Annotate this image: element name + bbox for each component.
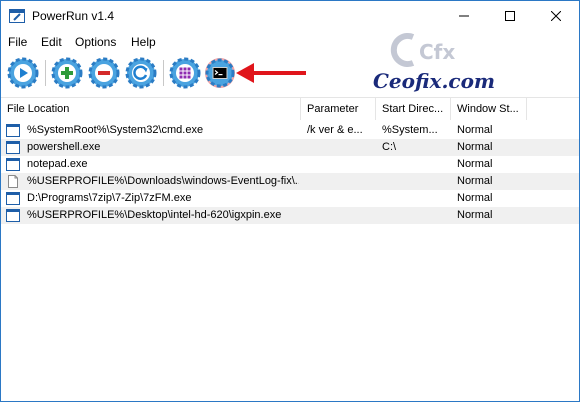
window-state-cell: Normal	[457, 124, 493, 136]
menu-edit[interactable]: Edit	[41, 35, 62, 49]
file-icon	[8, 175, 18, 188]
parameter-cell: /k ver & e...	[307, 124, 363, 136]
start-directory-cell: C:\	[382, 141, 397, 153]
window-state-cell: Normal	[457, 192, 493, 204]
table-row[interactable]: %SystemRoot%\System32\cmd.exe /k ver & e…	[1, 122, 579, 139]
refresh-button[interactable]	[125, 57, 157, 89]
maximize-button[interactable]	[487, 1, 533, 31]
play-icon	[7, 57, 39, 89]
close-button[interactable]	[533, 1, 579, 31]
window-icon	[6, 192, 20, 205]
minus-icon	[88, 57, 120, 89]
file-location-cell: %USERPROFILE%\Desktop\intel-hd-620\igxpi…	[27, 209, 282, 221]
list-header: File Location Parameter Start Direc... W…	[1, 98, 579, 120]
window-state-cell: Normal	[457, 209, 493, 221]
file-location-cell: %USERPROFILE%\Downloads\windows-EventLog…	[27, 175, 299, 187]
refresh-icon	[125, 57, 157, 89]
window-state-cell: Normal	[457, 141, 493, 153]
window-state-cell: Normal	[457, 158, 493, 170]
powerrun-window: PowerRun v1.4 File Edit Options Help Cfx…	[0, 0, 580, 402]
table-row[interactable]: %USERPROFILE%\Desktop\intel-hd-620\igxpi…	[1, 207, 579, 224]
window-state-cell: Normal	[457, 175, 493, 187]
column-header-start-directory[interactable]: Start Direc...	[376, 98, 451, 120]
menu-file[interactable]: File	[8, 35, 27, 49]
column-header-parameter[interactable]: Parameter	[301, 98, 376, 120]
plus-icon	[51, 57, 83, 89]
menu-help[interactable]: Help	[131, 35, 156, 49]
window-icon	[6, 158, 20, 171]
maximize-icon	[505, 11, 515, 21]
table-row[interactable]: powershell.exe C:\ Normal	[1, 139, 579, 156]
table-row[interactable]: D:\Programs\7zip\7-Zip\7zFM.exe Normal	[1, 190, 579, 207]
toolbar-separator	[45, 60, 46, 86]
close-icon	[551, 11, 561, 21]
cmd-button[interactable]	[204, 57, 236, 89]
toolbar-separator	[163, 60, 164, 86]
menu-bar: File Edit Options Help	[1, 32, 579, 52]
window-icon	[6, 141, 20, 154]
start-directory-cell: %System...	[382, 124, 438, 136]
minimize-button[interactable]	[441, 1, 487, 31]
title-bar[interactable]: PowerRun v1.4	[1, 1, 579, 31]
menu-options[interactable]: Options	[75, 35, 116, 49]
table-row[interactable]: %USERPROFILE%\Downloads\windows-EventLog…	[1, 173, 579, 190]
grid-button[interactable]	[169, 57, 201, 89]
add-button[interactable]	[51, 57, 83, 89]
column-header-window-state[interactable]: Window St...	[451, 98, 527, 120]
table-row[interactable]: notepad.exe Normal	[1, 156, 579, 173]
window-title: PowerRun v1.4	[32, 9, 115, 23]
powerrun-app-icon	[9, 9, 25, 23]
run-button[interactable]	[7, 57, 39, 89]
cmd-icon	[205, 58, 235, 88]
file-location-cell: D:\Programs\7zip\7-Zip\7zFM.exe	[27, 192, 192, 204]
remove-button[interactable]	[88, 57, 120, 89]
file-location-cell: %SystemRoot%\System32\cmd.exe	[27, 124, 204, 136]
file-location-cell: notepad.exe	[27, 158, 88, 170]
grid-icon	[169, 57, 201, 89]
window-icon	[6, 209, 20, 222]
file-location-cell: powershell.exe	[27, 141, 101, 153]
window-icon	[6, 124, 20, 137]
column-header-file-location[interactable]: File Location	[1, 98, 301, 120]
file-list[interactable]: File Location Parameter Start Direc... W…	[1, 97, 579, 402]
red-arrow-icon	[236, 63, 306, 83]
minimize-icon	[459, 15, 469, 17]
